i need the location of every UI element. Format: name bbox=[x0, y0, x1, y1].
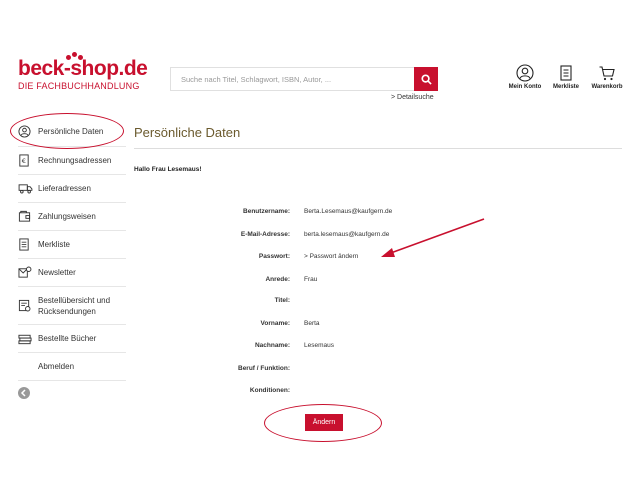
back-arrow-icon[interactable] bbox=[18, 387, 30, 399]
sidebar-item-label: Rechnungsadressen bbox=[38, 156, 112, 165]
sidebar-item-billing-addresses[interactable]: € Rechnungsadressen bbox=[18, 147, 126, 175]
field-password: Passwort: > Passwort ändern bbox=[180, 253, 480, 263]
sidebar-item-logout[interactable]: Abmelden bbox=[18, 353, 126, 381]
orders-icon bbox=[18, 299, 38, 312]
field-label: Anrede: bbox=[265, 276, 290, 283]
field-value: Berta.Lesemaus@kaufgern.de bbox=[304, 208, 393, 215]
account-label: Mein Konto bbox=[508, 84, 542, 90]
logo[interactable]: beck-shop.de DIE FACHBUCHHANDLUNG bbox=[18, 52, 148, 91]
sidebar-back bbox=[18, 381, 126, 405]
sidebar-item-personal-data[interactable]: Persönliche Daten bbox=[18, 117, 126, 147]
sidebar-item-wishlist[interactable]: Merkliste bbox=[18, 231, 126, 259]
sidebar-item-label: Zahlungsweisen bbox=[38, 212, 96, 221]
wishlist-label: Merkliste bbox=[552, 84, 579, 90]
field-conditions: Konditionen: bbox=[180, 387, 480, 397]
field-email: E-Mail-Adresse: berta.lesemaus@kaufgern.… bbox=[180, 231, 480, 241]
sidebar-item-orders-returns[interactable]: Bestellübersicht und Rücksendungen bbox=[18, 287, 126, 325]
search-input[interactable] bbox=[171, 68, 414, 90]
field-value: berta.lesemaus@kaufgern.de bbox=[304, 231, 390, 238]
field-label: Passwort: bbox=[258, 253, 290, 260]
field-value: Frau bbox=[304, 276, 318, 283]
field-title: Titel: bbox=[180, 297, 480, 307]
sidebar-item-ordered-books[interactable]: Bestellte Bücher bbox=[18, 325, 126, 353]
truck-icon bbox=[18, 183, 38, 194]
change-button[interactable]: Ändern bbox=[305, 414, 343, 431]
sidebar-item-label: Abmelden bbox=[38, 362, 75, 371]
field-label: Titel: bbox=[274, 297, 290, 304]
change-password-link[interactable]: > Passwort ändern bbox=[304, 253, 358, 260]
newsletter-icon bbox=[18, 266, 38, 279]
search-icon bbox=[420, 73, 432, 85]
field-label: Konditionen: bbox=[249, 387, 290, 394]
field-value: Berta bbox=[304, 320, 320, 327]
field-last-name: Nachname: Lesemaus bbox=[180, 342, 480, 352]
cart-button[interactable]: Warenkorb bbox=[587, 64, 627, 90]
logo-text: beck-shop.de bbox=[18, 57, 148, 80]
account-sidebar: Persönliche Daten € Rechnungsadressen Li… bbox=[18, 117, 126, 405]
list-icon bbox=[18, 238, 38, 251]
field-first-name: Vorname: Berta bbox=[180, 320, 480, 330]
clipboard-icon bbox=[560, 65, 572, 81]
logo-tagline: DIE FACHBUCHHANDLUNG bbox=[18, 81, 140, 91]
sidebar-item-label: Merkliste bbox=[38, 240, 71, 249]
sidebar-item-payment-methods[interactable]: Zahlungsweisen bbox=[18, 203, 126, 231]
field-label: Benutzername: bbox=[243, 208, 290, 215]
field-label: Beruf / Funktion: bbox=[238, 365, 290, 372]
invoice-icon: € bbox=[18, 154, 38, 167]
sidebar-item-label: Lieferadressen bbox=[38, 184, 91, 193]
sidebar-item-delivery-addresses[interactable]: Lieferadressen bbox=[18, 175, 126, 203]
user-circle-icon bbox=[18, 125, 38, 138]
page-title: Persönliche Daten bbox=[134, 125, 241, 140]
logo-dots bbox=[66, 52, 86, 60]
svg-text:€: € bbox=[22, 157, 26, 165]
field-salutation: Anrede: Frau bbox=[180, 276, 480, 286]
cart-label: Warenkorb bbox=[591, 84, 623, 90]
title-divider bbox=[134, 148, 622, 149]
cart-icon bbox=[599, 66, 615, 81]
sidebar-item-label: Bestellübersicht und Rücksendungen bbox=[38, 295, 111, 316]
greeting-text: Hallo Frau Lesemaus! bbox=[134, 166, 202, 173]
field-label: Vorname: bbox=[260, 320, 291, 327]
detail-search-link[interactable]: > Detailsuche bbox=[391, 94, 434, 101]
account-button[interactable]: Mein Konto bbox=[505, 64, 545, 90]
sidebar-item-label: Persönliche Daten bbox=[38, 127, 104, 136]
wallet-icon bbox=[18, 210, 38, 223]
sidebar-item-label: Bestellte Bücher bbox=[38, 334, 97, 343]
field-username: Benutzername: Berta.Lesemaus@kaufgern.de bbox=[180, 208, 480, 218]
field-label: E-Mail-Adresse: bbox=[240, 231, 290, 238]
field-occupation: Beruf / Funktion: bbox=[180, 365, 480, 375]
user-icon bbox=[516, 64, 534, 82]
sidebar-item-label: Newsletter bbox=[38, 268, 76, 277]
books-icon bbox=[18, 333, 38, 345]
field-label: Nachname: bbox=[254, 342, 290, 349]
search-bar bbox=[170, 67, 438, 91]
wishlist-button[interactable]: Merkliste bbox=[546, 64, 586, 90]
search-button[interactable] bbox=[414, 67, 438, 91]
field-value: Lesemaus bbox=[304, 342, 334, 349]
sidebar-item-newsletter[interactable]: Newsletter bbox=[18, 259, 126, 287]
